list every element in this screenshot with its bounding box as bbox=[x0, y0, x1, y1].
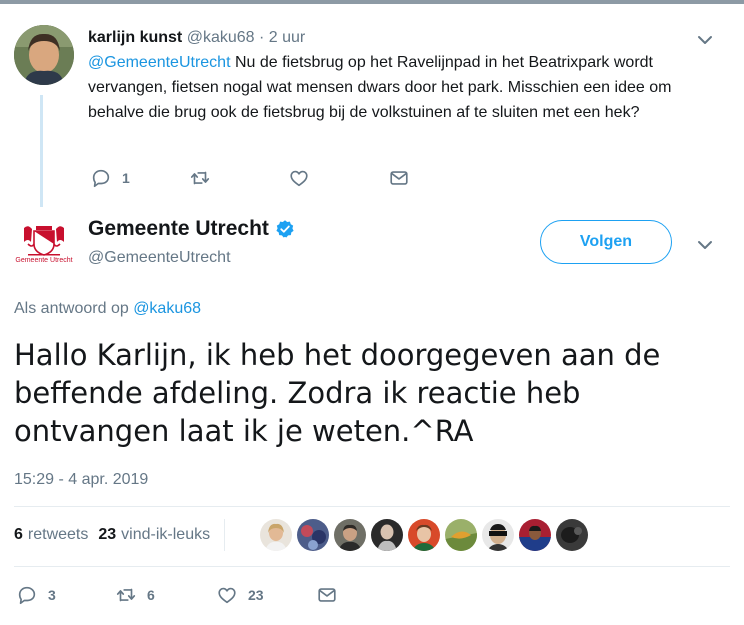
reply-tweet-header: karlijn kunst @kaku68 · 2 uur bbox=[88, 28, 305, 48]
retweet-count: 6 bbox=[147, 587, 155, 603]
tweet-timestamp[interactable]: 15:29 - 4 apr. 2019 bbox=[14, 470, 148, 490]
tweet-body: Hallo Karlijn, ik heb het doorgegeven aa… bbox=[14, 338, 661, 448]
retweet-button[interactable]: 6 bbox=[115, 583, 155, 607]
divider bbox=[14, 566, 730, 567]
retweets-stat[interactable]: 6 retweets bbox=[14, 526, 88, 544]
message-icon bbox=[390, 171, 408, 185]
divider bbox=[224, 519, 226, 551]
avatar[interactable] bbox=[519, 519, 551, 551]
time-separator: · bbox=[254, 29, 269, 46]
avatar[interactable] bbox=[445, 519, 477, 551]
logo-text: Gemeente Utrecht bbox=[15, 257, 73, 264]
avatar[interactable]: Gemeente Utrecht bbox=[14, 224, 74, 266]
retweet-button[interactable] bbox=[189, 166, 221, 190]
reply-count: 3 bbox=[48, 587, 56, 603]
like-button[interactable] bbox=[288, 166, 320, 190]
user-handle[interactable]: @kaku68 bbox=[187, 29, 255, 46]
reply-tweet-actions: 1 bbox=[88, 166, 428, 190]
avatar[interactable] bbox=[371, 519, 403, 551]
retweet-icon bbox=[190, 171, 210, 185]
avatar[interactable] bbox=[482, 519, 514, 551]
avatar[interactable] bbox=[297, 519, 329, 551]
like-button[interactable]: 23 bbox=[216, 583, 264, 607]
message-button[interactable] bbox=[316, 583, 338, 607]
message-icon bbox=[318, 588, 336, 602]
retweets-label: retweets bbox=[27, 526, 89, 543]
reply-tweet-text: @GemeenteUtrecht Nu de fietsbrug op het … bbox=[88, 50, 722, 125]
like-icon bbox=[218, 587, 236, 604]
likes-stat[interactable]: 23 vind-ik-leuks bbox=[98, 526, 210, 544]
divider bbox=[14, 506, 730, 507]
avatar[interactable] bbox=[260, 519, 292, 551]
user-handle[interactable]: @GemeenteUtrecht bbox=[88, 248, 231, 268]
like-icon bbox=[290, 170, 308, 187]
avatar[interactable] bbox=[556, 519, 588, 551]
mention-link[interactable]: @kaku68 bbox=[133, 300, 201, 317]
window-top-border bbox=[0, 0, 744, 4]
retweets-count: 6 bbox=[14, 526, 23, 543]
tweet-time[interactable]: 2 uur bbox=[269, 29, 305, 46]
follow-button[interactable]: Volgen bbox=[540, 220, 672, 264]
chevron-down-icon[interactable] bbox=[696, 236, 714, 254]
like-count: 23 bbox=[248, 587, 264, 603]
message-button[interactable] bbox=[388, 166, 410, 190]
reply-count: 1 bbox=[122, 170, 130, 186]
verified-icon bbox=[276, 220, 294, 238]
reply-prefix: Als antwoord op bbox=[14, 300, 134, 317]
avatar[interactable] bbox=[408, 519, 440, 551]
reply-icon bbox=[92, 169, 110, 188]
tweet-actions: 3 6 23 bbox=[14, 583, 374, 607]
likes-label: vind-ik-leuks bbox=[121, 526, 211, 543]
avatar[interactable] bbox=[14, 25, 74, 85]
reply-icon bbox=[18, 586, 36, 605]
reply-context: Als antwoord op @kaku68 bbox=[14, 298, 201, 320]
retweet-icon bbox=[116, 588, 136, 602]
display-name[interactable]: Gemeente Utrecht bbox=[88, 216, 269, 242]
display-name[interactable]: karlijn kunst bbox=[88, 29, 182, 46]
thread-line bbox=[40, 95, 43, 207]
tweet-stats: 6 retweets 23 vind-ik-leuks bbox=[14, 519, 226, 551]
chevron-down-icon[interactable] bbox=[696, 31, 714, 49]
reply-button[interactable]: 3 bbox=[16, 583, 56, 607]
display-name-row: Gemeente Utrecht bbox=[88, 216, 295, 242]
reply-button[interactable]: 1 bbox=[90, 166, 130, 190]
mention-link[interactable]: @GemeenteUtrecht bbox=[88, 54, 231, 71]
avatar[interactable] bbox=[334, 519, 366, 551]
likes-count: 23 bbox=[98, 526, 117, 543]
